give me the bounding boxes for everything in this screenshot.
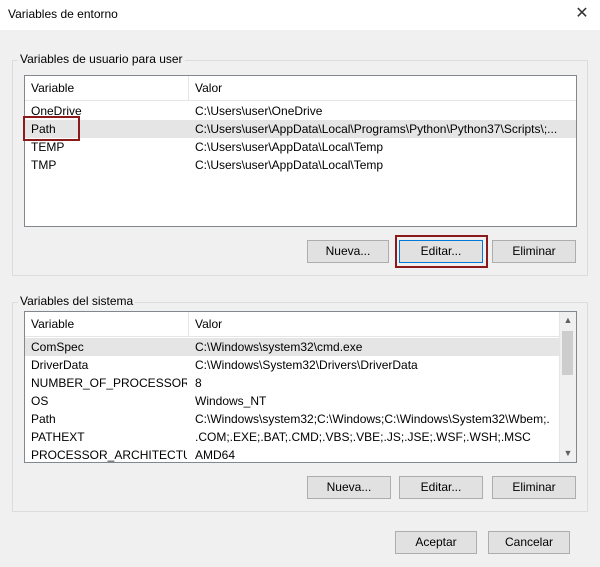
window-title: Variables de entorno [8,7,118,21]
variable-value: C:\Users\user\AppData\Local\Programs\Pyt… [195,122,557,136]
variable-name: ComSpec [31,340,84,354]
variable-name: Path [31,122,56,136]
system-new-button[interactable]: Nueva... [307,476,391,499]
variable-value: C:\Windows\system32\cmd.exe [195,340,363,354]
variable-name: OneDrive [31,104,82,118]
variable-value: C:\Users\user\OneDrive [195,104,323,118]
table-row[interactable]: Path C:\Windows\system32;C:\Windows;C:\W… [25,410,561,428]
variable-name: PATHEXT [31,430,85,444]
user-variables-header: Variable Valor [25,76,576,101]
scroll-up-icon[interactable]: ▲ [560,312,576,329]
table-row[interactable]: TEMP C:\Users\user\AppData\Local\Temp [25,138,576,156]
variable-value: .COM;.EXE;.BAT;.CMD;.VBS;.VBE;.JS;.JSE;.… [195,430,531,444]
variable-value: 8 [195,376,202,390]
user-variables-group-label: Variables de usuario para user [18,52,185,66]
user-variables-list[interactable]: Variable Valor OneDrive C:\Users\user\On… [24,75,577,227]
variable-value: C:\Windows\system32;C:\Windows;C:\Window… [195,412,550,426]
variable-value: Windows_NT [195,394,267,408]
system-edit-button[interactable]: Editar... [399,476,483,499]
user-edit-button[interactable]: Editar... [399,240,483,263]
variable-name: PROCESSOR_ARCHITECTURE [31,448,187,462]
variable-name: OS [31,394,49,408]
table-row[interactable]: NUMBER_OF_PROCESSORS 8 [25,374,561,392]
system-variables-scrollbar[interactable]: ▲ ▼ [559,312,576,462]
title-bar: Variables de entorno ✕ [0,0,600,30]
variable-value: C:\Users\user\AppData\Local\Temp [195,158,384,172]
variable-name: TEMP [31,140,65,154]
table-row[interactable]: PROCESSOR_ARCHITECTURE AMD64 [25,446,561,462]
variable-value: AMD64 [195,448,236,462]
close-icon[interactable]: ✕ [572,4,592,24]
variable-value: C:\Windows\System32\Drivers\DriverData [195,358,418,372]
system-variables-header: Variable Valor [25,312,561,337]
column-header-variable[interactable]: Variable [25,312,189,336]
table-row-selected[interactable]: Path C:\Users\user\AppData\Local\Program… [25,120,576,138]
variable-name: Path [31,412,56,426]
table-row[interactable]: OneDrive C:\Users\user\OneDrive [25,102,576,120]
scroll-thumb[interactable] [562,331,573,375]
column-header-value[interactable]: Valor [189,76,549,100]
user-delete-button[interactable]: Eliminar [492,240,576,263]
variable-name: NUMBER_OF_PROCESSORS [31,376,187,390]
table-row-selected[interactable]: ComSpec C:\Windows\system32\cmd.exe [25,338,561,356]
variable-name: TMP [31,158,57,172]
table-row[interactable]: OS Windows_NT [25,392,561,410]
system-variables-group-label: Variables del sistema [18,294,136,308]
table-row[interactable]: DriverData C:\Windows\System32\Drivers\D… [25,356,561,374]
accept-button[interactable]: Aceptar [395,531,477,554]
column-header-variable[interactable]: Variable [25,76,189,100]
variable-name: DriverData [31,358,89,372]
scroll-down-icon[interactable]: ▼ [560,445,576,462]
cancel-button[interactable]: Cancelar [488,531,570,554]
system-variables-list[interactable]: Variable Valor ComSpec C:\Windows\system… [24,311,577,463]
column-header-value[interactable]: Valor [189,312,549,336]
table-row[interactable]: PATHEXT .COM;.EXE;.BAT;.CMD;.VBS;.VBE;.J… [25,428,561,446]
table-row[interactable]: TMP C:\Users\user\AppData\Local\Temp [25,156,576,174]
variable-value: C:\Users\user\AppData\Local\Temp [195,140,384,154]
system-delete-button[interactable]: Eliminar [492,476,576,499]
user-new-button[interactable]: Nueva... [307,240,389,263]
